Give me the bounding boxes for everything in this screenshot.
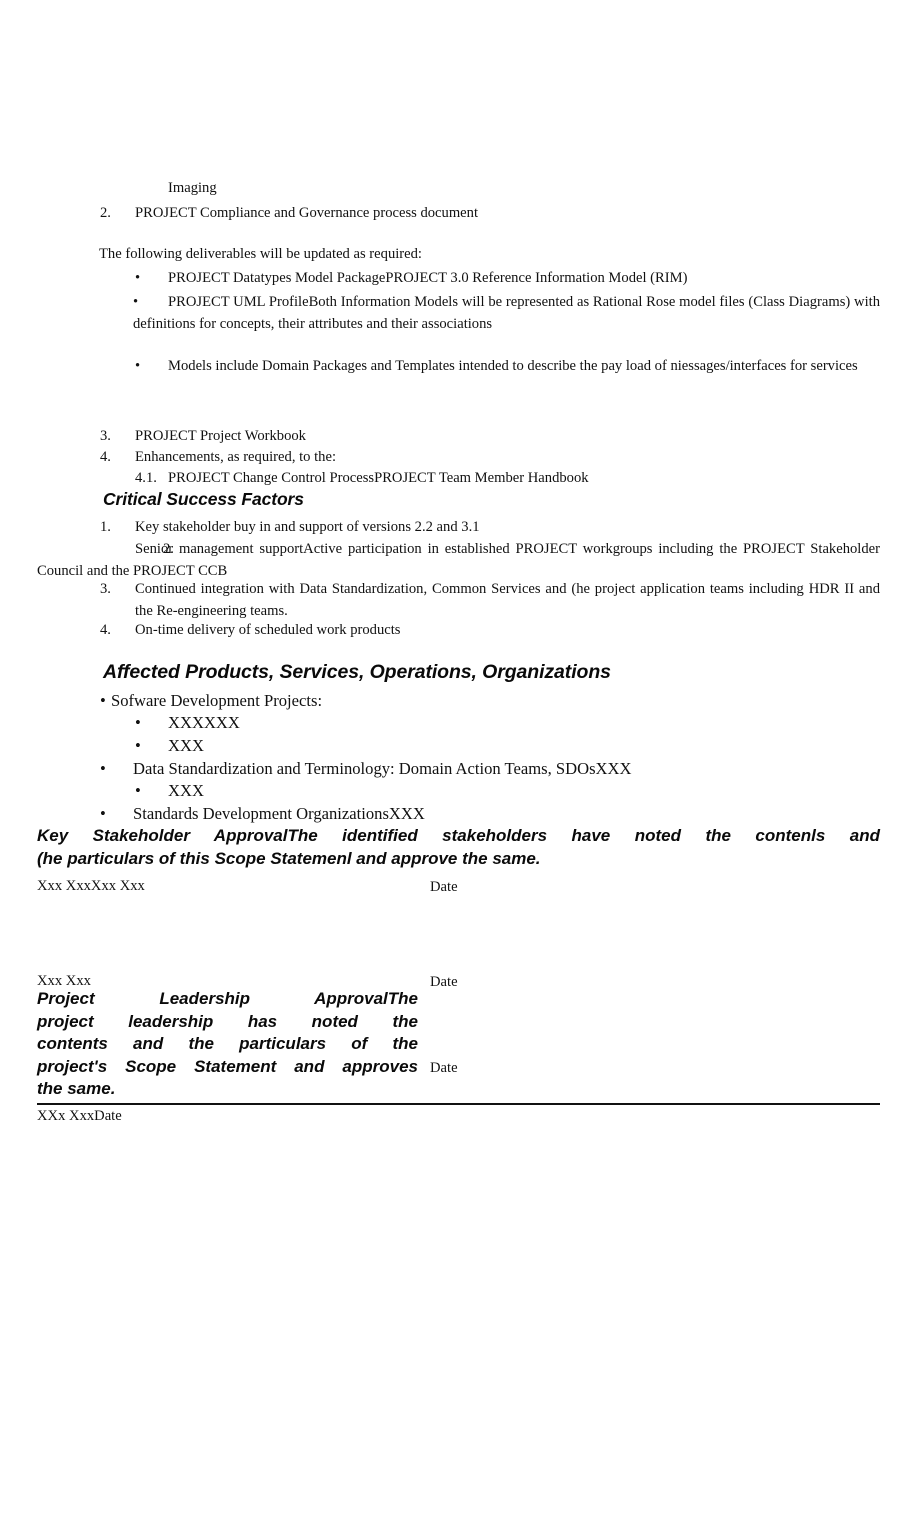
- deliverable-item-3-number: 3.: [100, 428, 111, 444]
- heading-affected-products: Affected Products, Services, Operations,…: [103, 659, 903, 685]
- deliverable-item-4-1-text: PROJECT Change Control ProcessPROJECT Te…: [168, 470, 589, 486]
- project-leadership-approval-block: Project Leadership ApprovalThe project l…: [37, 988, 418, 1101]
- csf-item-2: 2.Senior management supportActive partic…: [37, 539, 880, 582]
- bullet-icon: •: [100, 759, 106, 778]
- bullet-icon: •: [100, 804, 106, 823]
- deliverable-item-4-1: 4.1. PROJECT Change Control ProcessPROJE…: [135, 468, 880, 490]
- imaging-subitem: Imaging: [168, 178, 868, 200]
- key-stakeholder-approval-line-2-text: (he particulars of this Scope Statemenl …: [37, 849, 541, 868]
- csf-item-4-text: On-time delivery of scheduled work produ…: [135, 622, 401, 638]
- bullet-icon: •: [135, 270, 141, 286]
- date-label-3-text: Date: [430, 1060, 458, 1076]
- updated-deliverables-lead-in: The following deliverables will be updat…: [99, 244, 879, 266]
- project-leadership-approval-line-4-text: project's Scope Statement and approves: [37, 1056, 418, 1076]
- csf-item-1: 1. Key stakeholder buy in and support of…: [100, 517, 880, 539]
- deliverable-item-2-text: PROJECT Compliance and Governance proces…: [135, 205, 479, 221]
- affected-bullet-2: • XXXXXX: [135, 712, 880, 735]
- document-page: Imaging 2. PROJECT Compliance and Govern…: [0, 0, 920, 1516]
- project-leadership-approval-line-5-text: the same.: [37, 1079, 116, 1099]
- bullet-icon: •: [100, 691, 106, 710]
- key-stakeholder-approval-line-1-text: Key Stakeholder ApprovalThe identified s…: [37, 826, 880, 845]
- project-leadership-approval-line-3-text: contents and the particulars of the: [37, 1034, 418, 1054]
- footer-signature-line-text: XXx XxxDate: [37, 1108, 122, 1124]
- imaging-subitem-text: Imaging: [168, 180, 217, 196]
- updated-deliverable-bullet-3-text: Models include Domain Packages and Templ…: [168, 358, 858, 374]
- signature-name-1-text: Xxx XxxXxx Xxx: [37, 878, 145, 894]
- key-stakeholder-approval-line-2: (he particulars of this Scope Statemenl …: [37, 847, 880, 870]
- project-leadership-approval-line-3: contents and the particulars of the: [37, 1033, 418, 1056]
- date-label-1-text: Date: [430, 879, 458, 895]
- date-label-2-text: Date: [430, 974, 458, 990]
- updated-deliverable-bullet-1: • PROJECT Datatypes Model PackagePROJECT…: [135, 268, 880, 290]
- project-leadership-approval-line-1: Project Leadership ApprovalThe: [37, 988, 418, 1011]
- csf-item-4: 4. On-time delivery of scheduled work pr…: [100, 620, 880, 642]
- affected-bullet-1-text: Sofware Development Projects:: [111, 691, 323, 710]
- affected-bullet-3: • XXX: [135, 735, 880, 758]
- csf-item-3-number: 3.: [100, 581, 111, 597]
- deliverable-item-4-1-number: 4.1.: [135, 470, 157, 486]
- project-leadership-approval-line-1-text: Project Leadership ApprovalThe: [37, 989, 418, 1008]
- updated-deliverable-bullet-2: • PROJECT UML ProfileBoth Information Mod…: [133, 292, 880, 335]
- bullet-icon: •: [133, 294, 139, 310]
- project-leadership-approval-line-5: the same.: [37, 1078, 418, 1101]
- signature-name-1: Xxx XxxXxx Xxx: [37, 876, 417, 898]
- affected-bullet-4-text: Data Standardization and Terminology: Do…: [133, 759, 632, 778]
- csf-item-1-number: 1.: [100, 519, 111, 535]
- deliverable-item-3: 3. PROJECT Project Workbook: [100, 426, 880, 448]
- deliverable-item-3-text: PROJECT Project Workbook: [135, 428, 306, 444]
- footer-signature-line: XXx XxxDate: [37, 1106, 537, 1128]
- affected-bullet-2-text: XXXXXX: [168, 713, 240, 732]
- horizontal-divider: [37, 1103, 880, 1105]
- key-stakeholder-approval-line-1: Key Stakeholder ApprovalThe identified s…: [37, 824, 880, 847]
- deliverable-item-4: 4. Enhancements, as required, to the:: [100, 447, 880, 469]
- csf-item-3: 3. Continued integration with Data Stand…: [100, 579, 880, 622]
- project-leadership-approval-line-4: project's Scope Statement and approves: [37, 1056, 418, 1079]
- date-label-2: Date: [430, 972, 630, 994]
- affected-bullet-5-text: XXX: [168, 781, 204, 800]
- date-label-1: Date: [430, 877, 630, 899]
- csf-item-4-number: 4.: [100, 622, 111, 638]
- deliverable-item-4-number: 4.: [100, 449, 111, 465]
- project-leadership-approval-line-2: project leadership has noted the: [37, 1011, 418, 1034]
- affected-bullet-6-text: Standards Development OrganizationsXXX: [133, 804, 425, 823]
- csf-item-1-text: Key stakeholder buy in and support of ve…: [135, 519, 480, 535]
- bullet-icon: •: [135, 358, 141, 374]
- deliverable-item-4-text: Enhancements, as required, to the:: [135, 449, 336, 465]
- deliverable-item-2-number: 2.: [100, 205, 111, 221]
- affected-bullet-3-text: XXX: [168, 736, 204, 755]
- bullet-icon: •: [135, 781, 141, 800]
- updated-deliverable-bullet-1-text: PROJECT Datatypes Model PackagePROJECT 3…: [168, 270, 688, 286]
- affected-bullet-1: • Sofware Development Projects:: [100, 690, 880, 713]
- updated-deliverables-lead-in-text: The following deliverables will be updat…: [99, 246, 422, 262]
- bullet-icon: •: [135, 713, 141, 732]
- heading-affected-products-text: Affected Products, Services, Operations,…: [103, 661, 611, 683]
- csf-item-2-number: 2.: [163, 541, 174, 557]
- bullet-icon: •: [135, 736, 141, 755]
- project-leadership-approval-line-2-text: project leadership has noted the: [37, 1011, 418, 1031]
- signature-name-2-text: Xxx Xxx: [37, 973, 91, 989]
- updated-deliverable-bullet-2-text: PROJECT UML ProfileBoth Information Mode…: [133, 294, 880, 332]
- updated-deliverable-bullet-3: • Models include Domain Packages and Tem…: [135, 356, 880, 378]
- affected-bullet-5: • XXX: [135, 780, 880, 803]
- date-label-3: Date: [430, 1058, 630, 1080]
- affected-bullet-4: • Data Standardization and Terminology: …: [100, 758, 880, 781]
- heading-critical-success-factors-text: Critical Success Factors: [103, 489, 304, 509]
- heading-critical-success-factors: Critical Success Factors: [103, 488, 803, 511]
- affected-bullet-6: • Standards Development OrganizationsXXX: [100, 803, 880, 826]
- csf-item-3-text: Continued integration with Data Standard…: [135, 581, 880, 619]
- deliverable-item-2: 2. PROJECT Compliance and Governance pro…: [100, 203, 880, 225]
